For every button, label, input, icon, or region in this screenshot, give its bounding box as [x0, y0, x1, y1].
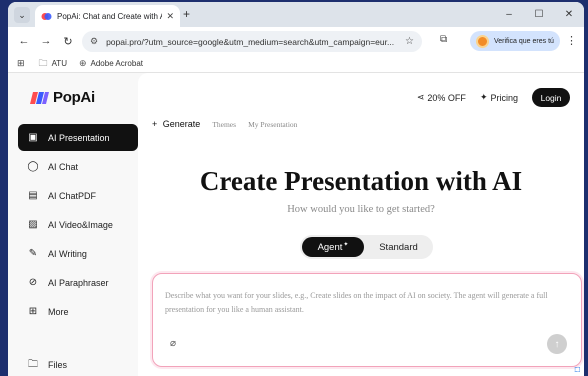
- window-controls: – ☐ ✕: [494, 2, 584, 27]
- profile-label: Verifica que eres tú: [494, 37, 554, 45]
- new-tab-button[interactable]: +: [183, 7, 190, 21]
- sidebar-item-files[interactable]: 🗀 Files: [18, 354, 138, 376]
- subtabs: + Generate Themes My Presentation: [152, 119, 309, 129]
- url-text: popai.pro/?utm_source=google&utm_medium=…: [106, 36, 395, 47]
- tab-generate[interactable]: + Generate: [152, 119, 200, 129]
- image-icon: ▨: [28, 219, 38, 230]
- prompt-input[interactable]: Describe what you want for your slides, …: [152, 273, 582, 367]
- sidebar-item-label: AI Writing: [48, 248, 87, 259]
- helper-widget-icon[interactable]: ⬚: [574, 366, 580, 373]
- bookmarks-bar: ⊞ 🗀 ATU ⊕ Adobe Acrobat: [8, 55, 584, 73]
- presentation-icon: ▣: [28, 132, 38, 143]
- page-subtitle: How would you like to get started?: [287, 204, 435, 215]
- close-window-button[interactable]: ✕: [554, 2, 584, 27]
- sidebar-nav: ▣ AI Presentation ◯ AI Chat ▤ AI ChatPDF…: [18, 124, 138, 327]
- pricing-label: Pricing: [490, 92, 518, 103]
- promo-label: 20% OFF: [427, 92, 466, 103]
- mode-standard-button[interactable]: Standard: [366, 237, 431, 257]
- sidebar-item-label: AI ChatPDF: [48, 190, 97, 201]
- sidebar-item-ai-presentation[interactable]: ▣ AI Presentation: [18, 124, 138, 151]
- pricing-link[interactable]: ✦ Pricing: [480, 92, 518, 103]
- paperclip-icon[interactable]: ⌀: [170, 338, 176, 349]
- popai-logo-icon: [28, 90, 50, 106]
- sidebar-item-ai-chat[interactable]: ◯ AI Chat: [18, 153, 138, 180]
- magic-wand-icon: ✎: [28, 248, 38, 259]
- bookmark-atu[interactable]: 🗀 ATU: [39, 56, 67, 72]
- sidebar-item-label: AI Presentation: [48, 132, 110, 143]
- sparkle-icon: ✦: [343, 241, 349, 248]
- tab-strip: ⌄ PopAi: Chat and Create with AI ✕ + – ☐…: [8, 2, 584, 27]
- bookmark-star-icon[interactable]: ☆: [405, 36, 414, 47]
- back-arrow-icon[interactable]: ←: [16, 33, 32, 49]
- sidebar-item-more[interactable]: ⊞ More: [18, 298, 138, 325]
- bookmark-adobe-acrobat[interactable]: ⊕ Adobe Acrobat: [79, 58, 143, 69]
- send-button[interactable]: ↑: [547, 334, 567, 354]
- avatar: [476, 34, 489, 48]
- sparkle-icon: ✦: [479, 92, 488, 102]
- promo-link[interactable]: ⋖ 20% OFF: [417, 92, 466, 103]
- maximize-button[interactable]: ☐: [524, 2, 554, 27]
- minimize-button[interactable]: –: [494, 2, 524, 27]
- address-bar[interactable]: ⚙ popai.pro/?utm_source=google&utm_mediu…: [82, 31, 422, 52]
- sidebar: PopAi ▣ AI Presentation ◯ AI Chat ▤ AI C…: [8, 73, 138, 376]
- reload-icon[interactable]: ↻: [60, 33, 76, 49]
- site-settings-icon[interactable]: ⚙: [90, 36, 98, 47]
- login-button[interactable]: Login: [532, 88, 570, 107]
- share-icon: ⋖: [416, 92, 425, 102]
- extensions-icon[interactable]: ⧉: [440, 34, 447, 45]
- bookmark-label: ATU: [51, 59, 67, 68]
- bookmark-label: Adobe Acrobat: [90, 59, 143, 68]
- sidebar-item-ai-video-image[interactable]: ▨ AI Video&Image: [18, 211, 138, 238]
- apps-grid-icon[interactable]: ⊞: [17, 58, 25, 69]
- grid-icon: ⊞: [28, 306, 38, 317]
- sidebar-item-label: AI Paraphraser: [48, 277, 109, 288]
- sidebar-item-label: AI Video&Image: [48, 219, 113, 230]
- tab-label: Generate: [162, 119, 201, 129]
- globe-icon: ⊕: [78, 58, 87, 68]
- forward-arrow-icon[interactable]: →: [38, 33, 54, 49]
- popai-favicon-icon: [41, 11, 52, 22]
- mode-label: Agent: [317, 241, 343, 253]
- brand-name: PopAi: [53, 89, 95, 106]
- main-panel: ⋖ 20% OFF ✦ Pricing Login + Generate The…: [138, 73, 584, 376]
- pdf-document-icon: ▤: [28, 190, 38, 201]
- prompt-placeholder: Describe what you want for your slides, …: [165, 291, 548, 314]
- tab-themes[interactable]: Themes: [212, 120, 236, 129]
- plus-icon: +: [152, 119, 158, 129]
- browser-toolbar: ← → ↻ ⚙ popai.pro/?utm_source=google&utm…: [8, 27, 584, 55]
- tab-my-presentation[interactable]: My Presentation: [248, 120, 297, 129]
- close-icon[interactable]: ✕: [166, 11, 174, 22]
- sidebar-item-label: AI Chat: [48, 161, 79, 172]
- chat-bubble-icon: ◯: [27, 161, 39, 172]
- paraphrase-icon: ⊘: [28, 277, 38, 288]
- brand-logo[interactable]: PopAi: [28, 89, 95, 106]
- tab-title: PopAi: Chat and Create with AI: [57, 11, 163, 21]
- popai-page: PopAi ▣ AI Presentation ◯ AI Chat ▤ AI C…: [8, 73, 584, 376]
- tab-search-button[interactable]: ⌄: [14, 7, 30, 23]
- profile-button[interactable]: Verifica que eres tú: [470, 31, 560, 51]
- folder-icon: 🗀: [38, 57, 48, 68]
- page-title: Create Presentation with AI: [199, 166, 523, 196]
- sidebar-item-ai-writing[interactable]: ✎ AI Writing: [18, 240, 138, 267]
- kebab-menu-icon[interactable]: ⋮: [566, 34, 577, 47]
- folder-icon: 🗀: [28, 358, 38, 370]
- top-nav: ⋖ 20% OFF ✦ Pricing Login: [417, 88, 570, 107]
- sidebar-item-label: More: [48, 306, 69, 317]
- browser-window: ⌄ PopAi: Chat and Create with AI ✕ + – ☐…: [8, 2, 584, 376]
- sidebar-item-ai-chatpdf[interactable]: ▤ AI ChatPDF: [18, 182, 138, 209]
- mode-agent-button[interactable]: Agent ✦: [302, 237, 364, 257]
- mode-toggle: Agent ✦ Standard: [300, 235, 433, 259]
- sidebar-item-label: Files: [48, 360, 68, 370]
- sidebar-item-ai-paraphraser[interactable]: ⊘ AI Paraphraser: [18, 269, 138, 296]
- tab-popai[interactable]: PopAi: Chat and Create with AI ✕: [35, 5, 180, 27]
